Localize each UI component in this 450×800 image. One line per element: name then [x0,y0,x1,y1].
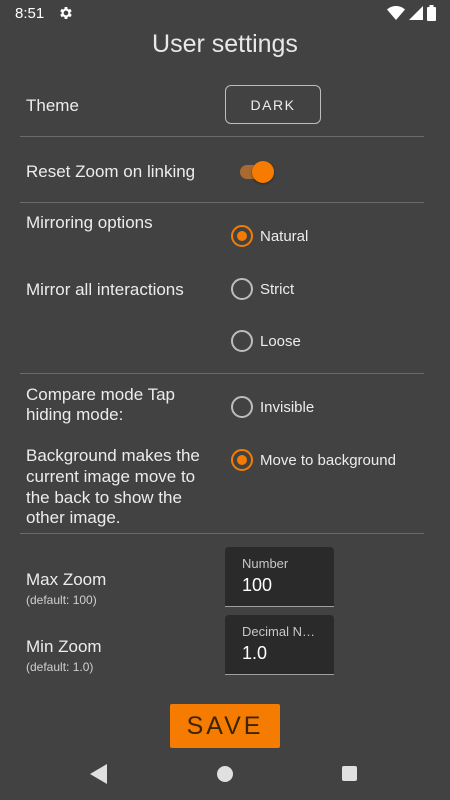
divider [20,202,424,203]
min-zoom-value[interactable]: 1.0 [242,643,267,664]
status-bar: 8:51 [0,0,450,28]
compare-desc-line-3: the back to show the [26,488,182,507]
max-zoom-value[interactable]: 100 [242,575,272,596]
min-zoom-default: (default: 1.0) [26,660,94,674]
radio-loose[interactable] [231,330,253,352]
radio-natural-label[interactable]: Natural [260,228,308,245]
divider [20,533,424,534]
gear-icon [60,7,72,19]
radio-move-to-background-label[interactable]: Move to background [260,452,396,469]
status-icons [387,5,436,21]
divider [20,373,424,374]
divider [20,136,424,137]
radio-invisible-label[interactable]: Invisible [260,399,314,416]
max-zoom-label: Max Zoom [26,570,107,589]
max-zoom-hint: Number [242,556,289,571]
radio-dot [237,231,247,241]
reset-zoom-toggle[interactable] [240,160,276,184]
theme-button[interactable]: DARK [225,85,321,124]
theme-label: Theme [26,96,79,115]
page-title: User settings [152,30,298,58]
min-zoom-input[interactable]: Decimal N… 1.0 [225,615,334,675]
compare-mode-label-line-1: Compare mode Tap [26,385,175,404]
mirroring-options-label: Mirroring options [26,213,153,232]
compare-desc-line-1: Background makes the [26,446,200,465]
save-button[interactable]: SAVE [170,704,280,748]
radio-natural[interactable] [231,225,253,247]
min-zoom-label: Min Zoom [26,637,102,656]
radio-ring [231,278,253,300]
compare-mode-label-line-2: hiding mode: [26,405,124,424]
back-icon[interactable] [90,764,108,784]
radio-loose-label[interactable]: Loose [260,333,301,350]
min-zoom-hint: Decimal N… [242,624,315,639]
navigation-bar [0,752,450,800]
radio-ring [231,396,253,418]
radio-strict-label[interactable]: Strict [260,281,294,298]
battery-icon [427,5,436,21]
radio-dot [237,455,247,465]
home-icon[interactable] [217,766,233,782]
radio-invisible[interactable] [231,396,253,418]
mirror-all-interactions-label: Mirror all interactions [26,280,184,299]
max-zoom-default: (default: 100) [26,593,97,607]
radio-move-to-background[interactable] [231,449,253,471]
radio-ring [231,330,253,352]
max-zoom-input[interactable]: Number 100 [225,547,334,607]
compare-desc-line-4: other image. [26,508,121,527]
compare-desc-line-2: current image move to [26,467,196,486]
signal-icon [409,6,423,20]
radio-strict[interactable] [231,278,253,300]
toggle-thumb [252,161,274,183]
recent-apps-icon[interactable] [342,766,357,781]
reset-zoom-label: Reset Zoom on linking [26,162,196,181]
status-time: 8:51 [15,5,45,22]
wifi-icon [387,6,405,20]
